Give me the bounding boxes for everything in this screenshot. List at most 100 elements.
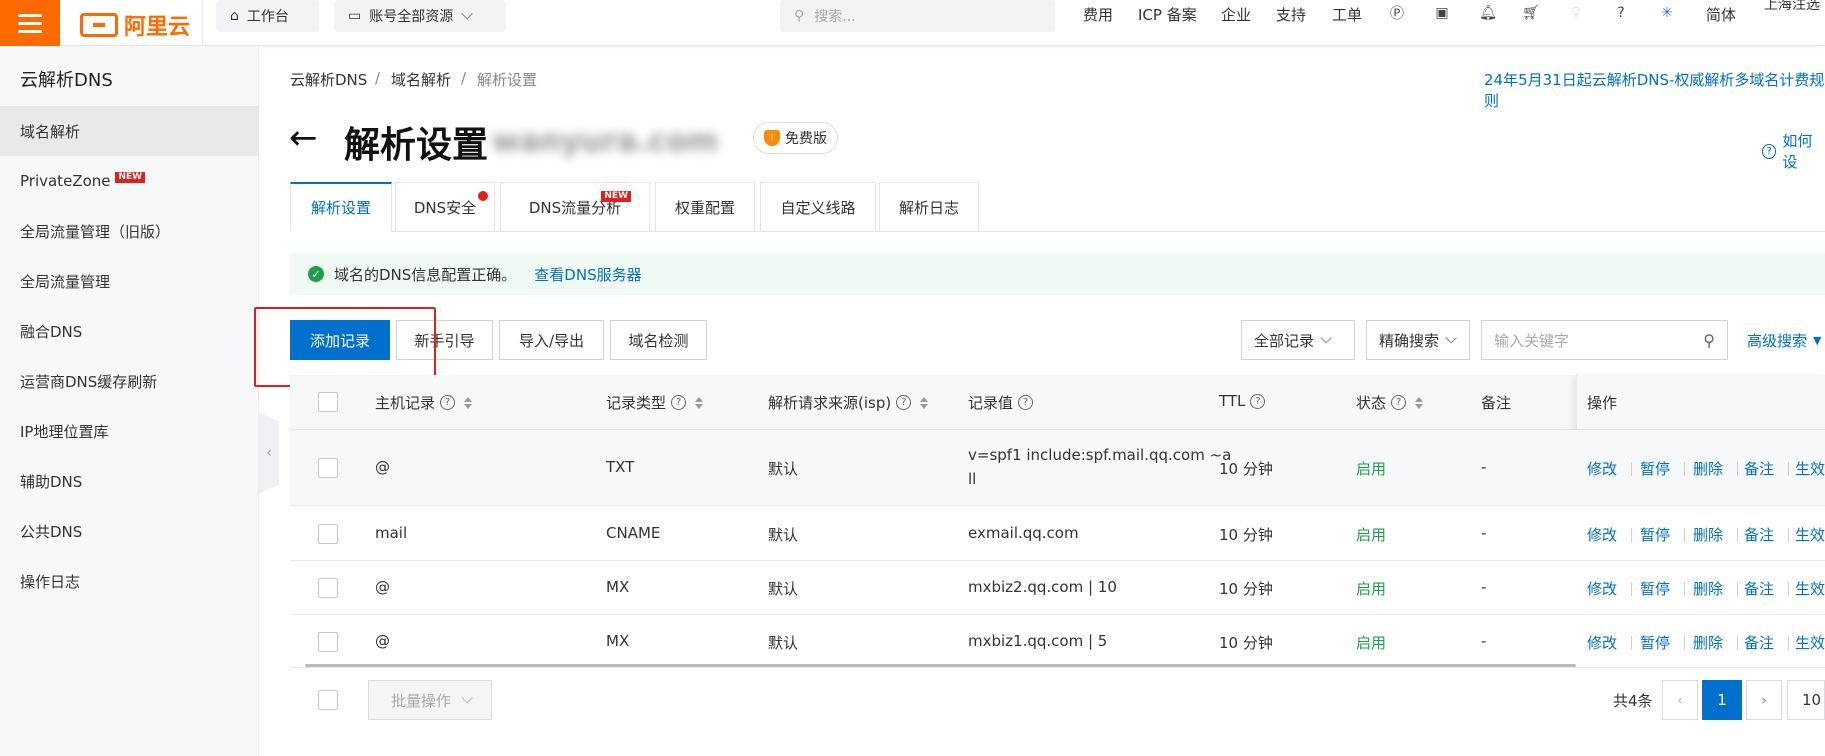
batch-operations-button[interactable]: 批量操作 [368,680,492,720]
back-arrow-icon[interactable]: ← [289,118,318,158]
sidebar-item-fusion-dns[interactable]: 融合DNS [0,306,259,356]
sort-icon [695,396,704,409]
row-action-3[interactable]: 备注 [1744,578,1774,599]
sidebar-item-label: 运营商DNS缓存刷新 [20,372,158,391]
logo-text: 阿里云 [124,15,191,40]
sidebar-item-gtm-legacy[interactable]: 全局流量管理（旧版） [0,206,259,256]
cart-icon[interactable]: 🛒︎ [1520,2,1542,24]
row-action-4[interactable]: 生效 [1795,578,1825,599]
tab-label: DNS安全 [413,198,477,217]
row-action-3[interactable]: 备注 [1744,524,1774,545]
row-action-0[interactable]: 修改 [1587,578,1617,599]
nav-billing[interactable]: 费用 [1083,4,1113,25]
sidebar-item-cache-refresh[interactable]: 运营商DNS缓存刷新 [0,356,259,406]
row-action-1[interactable]: 暂停 [1640,524,1670,545]
row-action-3[interactable]: 备注 [1744,632,1774,653]
breadcrumb-dns[interactable]: 云解析DNS [290,69,367,90]
help-link[interactable]: ? 如何设 [1762,130,1825,172]
row-action-3[interactable]: 备注 [1744,458,1774,479]
tab-label: 权重配置 [674,198,735,217]
tab-resolution-log[interactable]: 解析日志 [879,182,979,232]
next-page-button[interactable]: › [1746,680,1782,720]
sidebar-collapse-handle[interactable]: ‹ [259,412,279,494]
nav-ticket[interactable]: 工单 [1332,4,1362,25]
row-checkbox[interactable] [318,458,338,478]
horizontal-scrollbar[interactable] [305,664,1576,667]
row-action-4[interactable]: 生效 [1795,524,1825,545]
row-checkbox[interactable] [318,523,338,544]
account-name[interactable]: 上海注选 [1764,0,1820,14]
icp-icon[interactable]: Ⓟ [1386,2,1408,24]
view-dns-servers-link[interactable]: 查看DNS服务器 [534,264,641,285]
search-mode-select[interactable]: 精确搜索 [1366,320,1470,360]
divider [202,0,203,46]
row-action-4[interactable]: 生效 [1795,632,1825,653]
nav-support[interactable]: 支持 [1276,4,1306,25]
action-separator [1684,462,1685,476]
nav-icp[interactable]: ICP 备案 [1138,4,1197,25]
search-input[interactable]: ⚲ 搜索... [780,0,1055,32]
row-action-4[interactable]: 生效 [1795,458,1825,479]
menu-icon[interactable] [0,0,60,46]
th-type[interactable]: 记录类型? [606,392,704,413]
aliyun-logo[interactable]: 阿里云 [80,9,190,41]
billing-notice-link[interactable]: 24年5月31日起云解析DNS-权威解析多域名计费规则 [1484,69,1825,111]
sidebar-title: 云解析DNS [20,70,113,91]
sidebar-item-domain-resolution[interactable]: 域名解析 [0,106,259,156]
page-size-select[interactable]: 10 [1787,680,1825,720]
workbench-button[interactable]: ⌂ 工作台 [216,0,319,32]
language-switch[interactable]: 简体 [1706,4,1736,25]
lightbulb-icon[interactable]: 💡︎ [1565,2,1587,24]
sidebar-item-ip-geo[interactable]: IP地理位置库 [0,406,259,456]
row-action-2[interactable]: 删除 [1693,458,1723,479]
sidebar-item-secondary-dns[interactable]: 辅助DNS [0,456,259,506]
resources-dropdown[interactable]: ▭ 账号全部资源 [334,0,506,32]
record-filter-select[interactable]: 全部记录 [1241,320,1355,360]
row-action-0[interactable]: 修改 [1587,524,1617,545]
advanced-search-link[interactable]: 高级搜索 ▼ [1747,330,1821,351]
ai-assistant-icon[interactable]: ✳ [1656,2,1678,24]
row-action-1[interactable]: 暂停 [1640,632,1670,653]
th-status[interactable]: 状态? [1356,392,1424,413]
page-1-button[interactable]: 1 [1702,680,1742,720]
tab-custom-lines[interactable]: 自定义线路 [760,182,876,232]
nav-enterprise[interactable]: 企业 [1221,4,1251,25]
cell-remark: - [1481,578,1487,596]
row-action-2[interactable]: 删除 [1693,524,1723,545]
th-host[interactable]: 主机记录? [375,392,473,413]
cell-host: @ [375,458,390,476]
help-icon[interactable]: ? [1610,2,1632,24]
sidebar-item-operation-log[interactable]: 操作日志 [0,556,259,606]
keyword-input[interactable]: 输入关键字 ⚲ [1481,320,1728,360]
cell-isp: 默认 [768,633,799,652]
breadcrumb-domain[interactable]: 域名解析 [391,69,451,90]
th-label: 操作 [1587,394,1618,412]
tab-weight-config[interactable]: 权重配置 [655,182,755,232]
search-mode-value: 精确搜索 [1379,331,1440,350]
prev-page-button[interactable]: ‹ [1662,680,1698,720]
footer-select-all-checkbox[interactable] [318,690,338,710]
tab-dns-traffic[interactable]: DNS流量分析 NEW [500,182,650,232]
terminal-icon[interactable]: ▣ [1431,2,1453,24]
import-export-button[interactable]: 导入/导出 [499,320,604,360]
row-action-2[interactable]: 删除 [1693,632,1723,653]
row-action-0[interactable]: 修改 [1587,632,1617,653]
row-checkbox[interactable] [318,578,338,598]
tab-resolution-settings[interactable]: 解析设置 [290,182,392,232]
row-action-1[interactable]: 暂停 [1640,578,1670,599]
search-icon: ⚲ [794,8,805,24]
tab-label: 自定义线路 [780,198,856,217]
sidebar-item-privatezone[interactable]: PrivateZone NEW [0,156,259,206]
bell-icon[interactable]: 🔔︎ [1477,2,1499,24]
th-isp[interactable]: 解析请求来源(isp)? [768,392,929,413]
tab-dns-security[interactable]: DNS安全 [395,182,495,232]
sidebar-item-gtm[interactable]: 全局流量管理 [0,256,259,306]
sidebar-item-public-dns[interactable]: 公共DNS [0,506,259,556]
select-all-checkbox[interactable] [318,392,338,412]
cell-isp: 默认 [768,580,799,598]
row-checkbox[interactable] [318,631,338,652]
row-action-0[interactable]: 修改 [1587,458,1617,479]
row-action-2[interactable]: 删除 [1693,578,1723,599]
domain-check-button[interactable]: 域名检测 [610,320,707,360]
row-action-1[interactable]: 暂停 [1640,458,1670,479]
